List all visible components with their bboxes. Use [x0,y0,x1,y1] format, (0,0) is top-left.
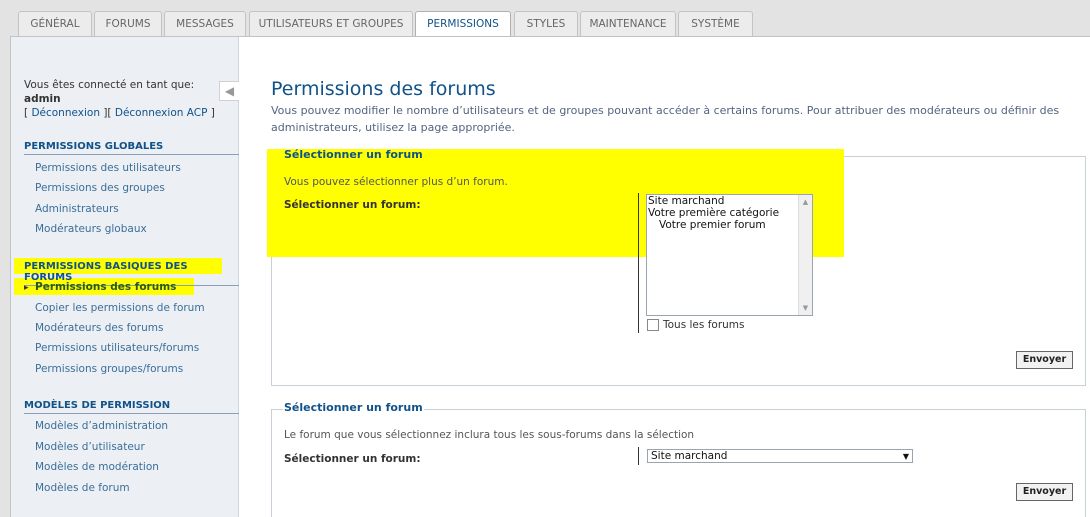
logout-link[interactable]: Déconnexion [31,107,100,119]
collapse-sidebar-button[interactable]: ◀ [219,81,239,101]
sidebar-item-forum-roles[interactable]: Modèles de forum [35,482,130,494]
page-title: Permissions des forums [271,78,496,100]
sidebar-item-forum-permissions[interactable]: Permissions des forums [35,281,176,293]
main-panel: Vous êtes connecté en tant que: admin [ … [10,36,1090,517]
submit-button-1[interactable]: Envoyer [1016,351,1073,369]
all-forums-label: Tous les forums [663,319,745,331]
section-global-permissions: Permissions globales [24,141,239,155]
logout-links: [ Déconnexion ][ Déconnexion ACP ] [24,107,215,119]
tab-general[interactable]: Général [18,11,92,37]
chevron-down-icon: ▼ [902,452,909,461]
forum-select[interactable]: Site marchand ▼ [647,449,913,463]
sidebar-item-user-forum-permissions[interactable]: Permissions utilisateurs/forums [35,342,199,354]
sidebar-item-group-permissions[interactable]: Permissions des groupes [35,182,165,194]
current-arrow-icon: ▸ [24,283,29,293]
sidebar-item-moderator-roles[interactable]: Modèles de modération [35,461,159,473]
logout-acp-link[interactable]: Déconnexion ACP [115,107,208,119]
box1-divider [638,193,639,333]
sidebar-item-forum-moderators[interactable]: Modérateurs des forums [35,322,163,334]
box2-label: Sélectionner un forum: [284,453,421,465]
listbox-scrollbar[interactable]: ▲ ▼ [798,195,812,315]
box2-divider [638,447,639,465]
box1-hint: Vous pouvez sélectionner plus d’un forum… [284,176,508,188]
forum-option[interactable]: Site marchand [647,195,812,207]
sidebar-item-global-moderators[interactable]: Modérateurs globaux [35,223,147,235]
tab-messages[interactable]: Messages [164,11,246,37]
forum-multiselect[interactable]: Site marchand Votre première catégorie V… [646,194,813,316]
section-permission-roles: Modèles de permission [24,400,239,414]
scroll-up-icon[interactable]: ▲ [799,196,812,208]
logged-in-text: Vous êtes connecté en tant que: [24,79,195,91]
tab-forums[interactable]: Forums [94,11,162,37]
username: admin [24,93,61,105]
sidebar-item-user-roles[interactable]: Modèles d’utilisateur [35,441,145,453]
login-info: Vous êtes connecté en tant que: admin [ … [24,78,236,120]
sidebar-item-administrators[interactable]: Administrateurs [35,203,119,215]
tab-maintenance[interactable]: Maintenance [580,11,676,37]
box1-legend: Sélectionner un forum [284,148,423,161]
tab-permissions[interactable]: Permissions [415,11,511,38]
box2-hint: Le forum que vous sélectionnez inclura t… [284,429,695,441]
page-intro: Vous pouvez modifier le nombre d’utilisa… [271,104,1060,134]
sidebar: Vous êtes connecté en tant que: admin [ … [11,37,239,517]
submit-button-2[interactable]: Envoyer [1016,483,1073,501]
scroll-down-icon[interactable]: ▼ [799,302,812,314]
all-forums-checkbox[interactable] [647,319,659,331]
arrow-left-icon: ◀ [224,84,235,98]
tab-users-groups[interactable]: Utilisateurs et groupes [249,11,413,37]
tab-system[interactable]: Système [678,11,753,37]
sidebar-item-admin-roles[interactable]: Modèles d’administration [35,420,168,432]
forum-option[interactable]: Votre premier forum [647,219,812,231]
box1-label: Sélectionner un forum: [284,199,421,211]
forum-select-value: Site marchand [651,450,728,462]
sidebar-item-copy-forum-permissions[interactable]: Copier les permissions de forum [35,302,205,314]
forum-option[interactable]: Votre première catégorie [647,207,812,219]
tab-styles[interactable]: Styles [514,11,578,37]
box2-legend: Sélectionner un forum [283,401,424,414]
sidebar-item-user-permissions[interactable]: Permissions des utilisateurs [35,162,181,174]
sidebar-item-group-forum-permissions[interactable]: Permissions groupes/forums [35,363,183,375]
